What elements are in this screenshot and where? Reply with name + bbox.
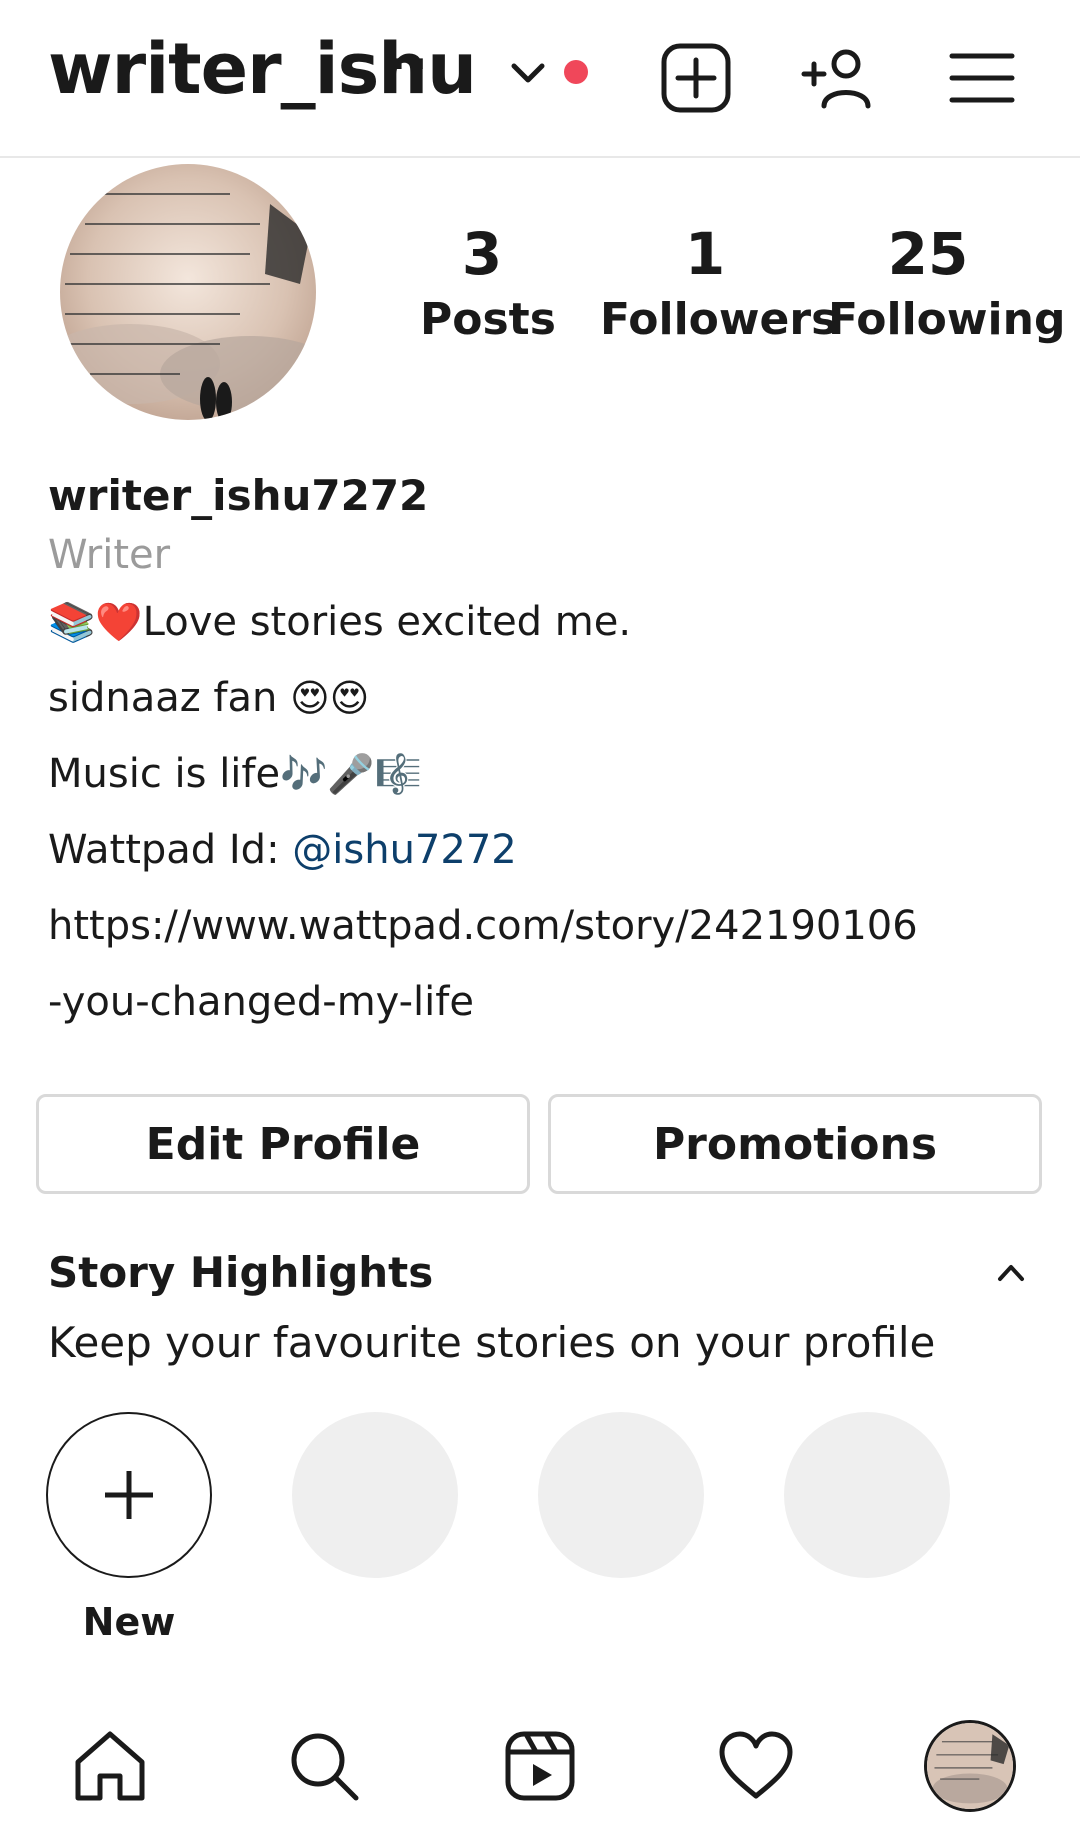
title-ellipsis: ··· (386, 32, 450, 97)
wattpad-handle-link[interactable]: @ishu7272 (292, 827, 516, 873)
bio-line-1: 📚❤️Love stories excited me. (48, 584, 1058, 660)
bio-line-4: Wattpad Id: @ishu7272 (48, 812, 1058, 888)
bio-text-2: sidnaaz fan (48, 675, 291, 721)
profile-avatar[interactable] (60, 164, 316, 420)
search-icon[interactable] (284, 1726, 364, 1806)
chevron-down-icon[interactable] (508, 58, 548, 88)
following-label: Following (828, 294, 1066, 345)
bio-category: Writer (48, 532, 171, 578)
chevron-up-icon[interactable] (996, 1262, 1026, 1284)
bio-text-3: Music is life (48, 751, 281, 797)
highlight-placeholder (292, 1412, 458, 1578)
reels-icon[interactable] (500, 1726, 580, 1806)
profile-tab-avatar[interactable] (924, 1720, 1016, 1812)
wattpad-label: Wattpad Id: (48, 827, 293, 873)
heart-icon[interactable] (716, 1726, 796, 1806)
top-bar: writer_ishu ··· (0, 0, 1080, 158)
followers-count: 1 (684, 220, 726, 288)
new-highlight-button[interactable] (46, 1412, 212, 1578)
highlight-placeholder (538, 1412, 704, 1578)
posts-label: Posts (420, 294, 556, 345)
story-link-line-1[interactable]: https://www.wattpad.com/story/242190106 (48, 888, 1058, 964)
promotions-button[interactable]: Promotions (548, 1094, 1042, 1194)
posts-count: 3 (461, 220, 503, 288)
following-count: 25 (887, 220, 969, 288)
hamburger-menu-icon[interactable] (942, 38, 1022, 118)
add-person-icon[interactable] (798, 38, 878, 118)
story-link-line-2[interactable]: -you-changed-my-life (48, 964, 1058, 1040)
books-heart-emoji: 📚❤️ (48, 600, 143, 644)
plus-icon (105, 1471, 153, 1519)
following-stat[interactable]: 25 Following (828, 220, 1066, 352)
followers-stat[interactable]: 1 Followers (600, 220, 838, 352)
plus-square-icon[interactable] (656, 38, 736, 118)
posts-stat[interactable]: 3 Posts (420, 220, 556, 352)
highlight-placeholder (784, 1412, 950, 1578)
music-emoji: 🎶🎤🎼 (280, 752, 423, 796)
new-highlight-label: New (82, 1600, 176, 1644)
home-icon[interactable] (70, 1726, 150, 1806)
story-highlights-title: Story Highlights (48, 1248, 434, 1297)
bio-username: writer_ishu7272 (48, 471, 429, 520)
story-highlights-subtitle: Keep your favourite stories on your prof… (48, 1318, 936, 1367)
profile-page: writer_ishu ··· 3 Posts 1 Followers 25 F… (0, 0, 1080, 1838)
bio-text-1: Love stories excited me. (142, 599, 632, 645)
followers-label: Followers (600, 294, 838, 345)
bottom-navigation (0, 1708, 1080, 1838)
bio-line-3: Music is life🎶🎤🎼 (48, 736, 1058, 812)
bio-section: writer_ishu7272 Writer 📚❤️Love stories e… (48, 466, 1058, 1040)
heart-eyes-emoji: 😍😍 (290, 676, 370, 720)
bio-line-2: sidnaaz fan 😍😍 (48, 660, 1058, 736)
notification-dot (564, 60, 588, 84)
edit-profile-button[interactable]: Edit Profile (36, 1094, 530, 1194)
